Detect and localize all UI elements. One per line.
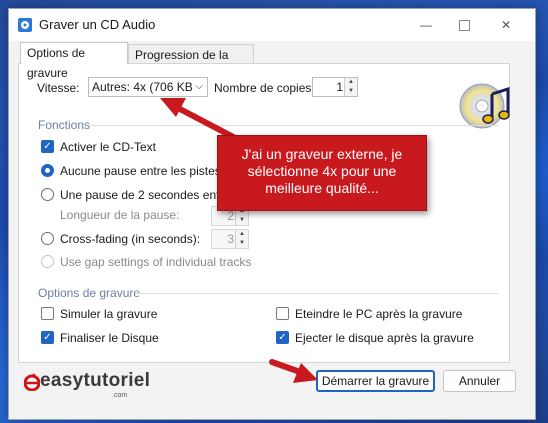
arrow-to-start-icon (269, 359, 303, 375)
tab-burn-options[interactable]: Options de gravure (20, 42, 128, 80)
annotation-callout: J'ai un graveur externe, je sélectionne … (217, 135, 427, 211)
